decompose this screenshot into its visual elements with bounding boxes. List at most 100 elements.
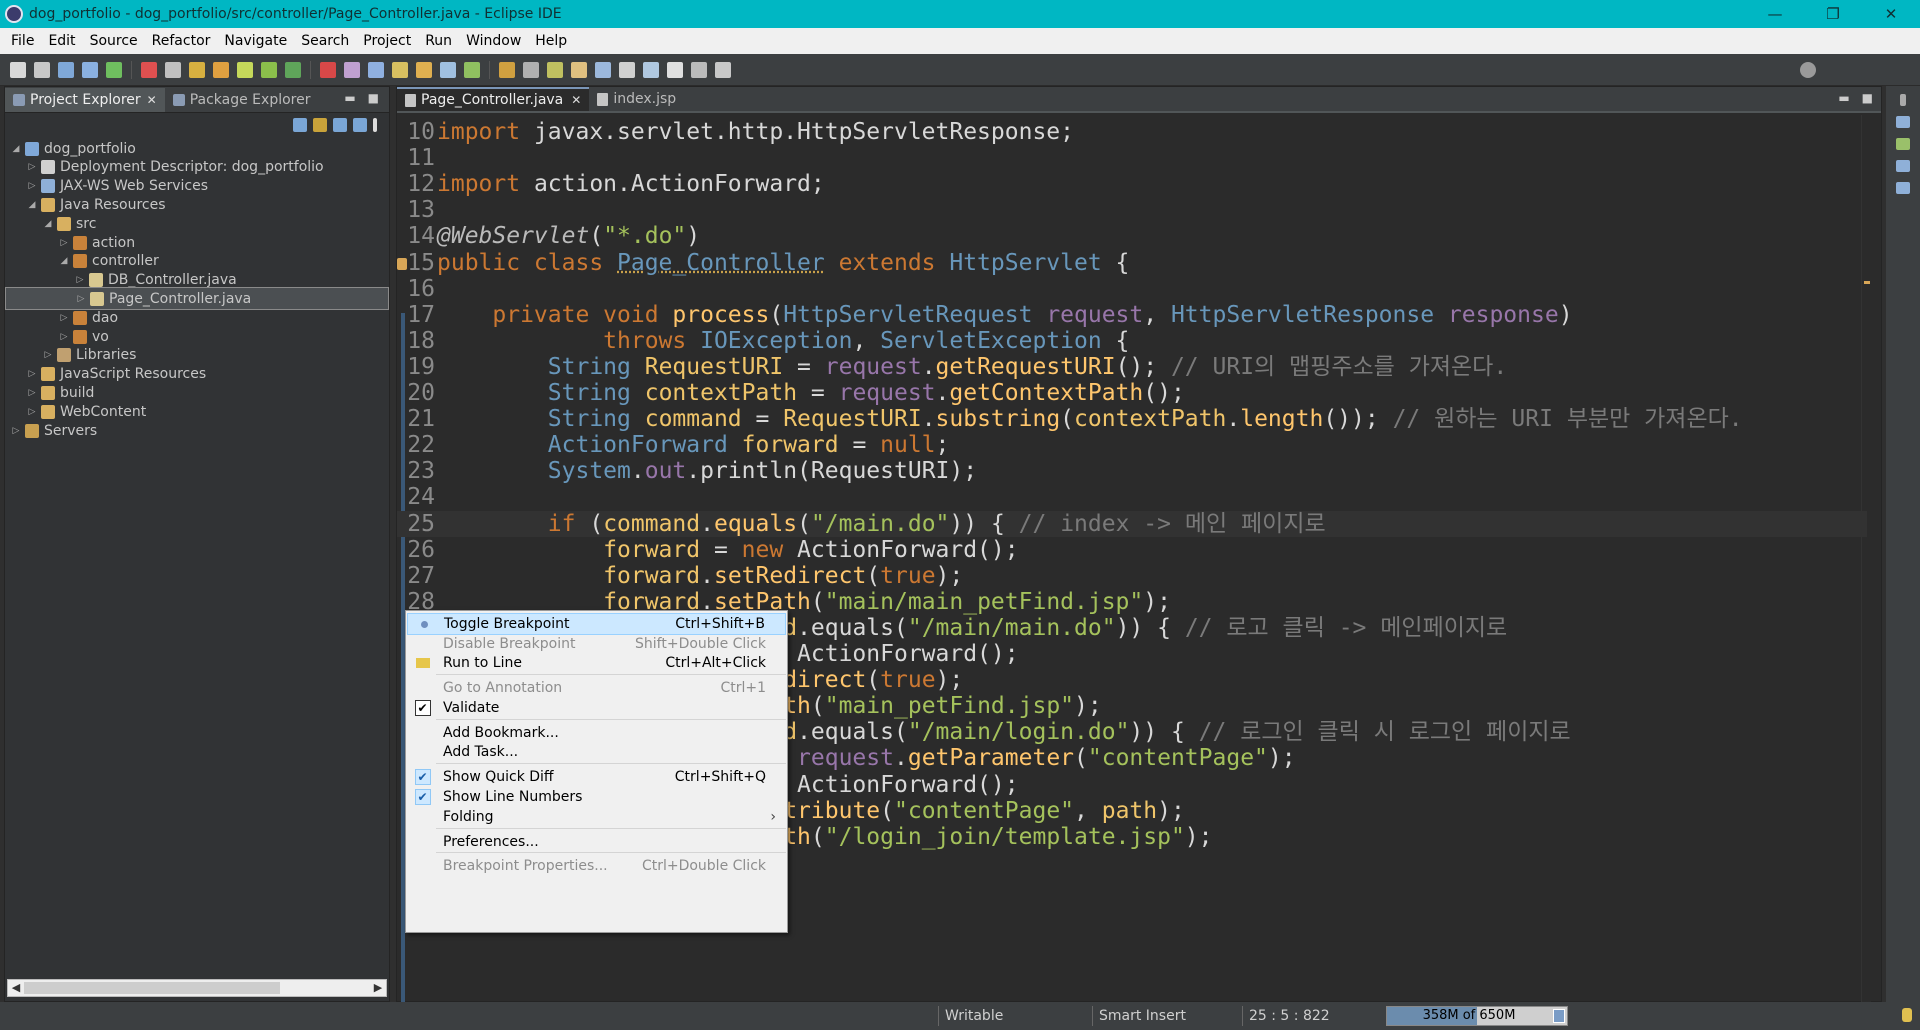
scrollbar-thumb[interactable] (24, 982, 280, 994)
save-icon[interactable] (34, 61, 50, 78)
refactor-icon[interactable] (261, 61, 277, 78)
menu-item-run-to-line[interactable]: Run to Line Ctrl+Alt+Click (407, 652, 786, 674)
tree-item[interactable]: ▷ Servers (5, 419, 389, 442)
pin-editor-icon[interactable] (595, 61, 611, 78)
collapsed-arrow-icon[interactable]: ▷ (43, 350, 53, 360)
new-icon[interactable] (10, 61, 26, 78)
run-icon[interactable] (165, 61, 181, 78)
quick-access-icon[interactable] (715, 61, 731, 78)
restore-button[interactable]: ❐ (1804, 0, 1862, 28)
menu-item-show-line-numbers[interactable]: ✔ Show Line Numbers (407, 786, 786, 808)
open-perspective-icon[interactable] (619, 61, 635, 78)
heap-status[interactable]: 358M of 650M (1386, 1006, 1568, 1026)
pkg-icon[interactable] (643, 61, 659, 78)
close-tab-icon[interactable]: ✕ (571, 93, 581, 107)
menu-item-show-quick-diff[interactable]: ✔ Show Quick Diff Ctrl+Shift+Q (407, 766, 786, 788)
collapsed-arrow-icon[interactable]: ▷ (27, 388, 37, 398)
editor-tab[interactable]: Page_Controller.java ✕ (397, 87, 590, 111)
menu-window[interactable]: Window (459, 30, 528, 52)
expanded-arrow-icon[interactable]: ◢ (43, 219, 53, 229)
mark-occurrences-icon[interactable] (392, 61, 408, 78)
close-tab-icon[interactable]: ✕ (147, 93, 157, 107)
collapsed-arrow-icon[interactable]: ▷ (27, 369, 37, 379)
menu-item-preferences[interactable]: Preferences... (407, 831, 786, 853)
team-icon[interactable] (691, 61, 707, 78)
open-type-icon[interactable] (213, 61, 229, 78)
checkbox-icon[interactable]: ✔ (414, 699, 431, 716)
collapse-all-icon[interactable] (293, 118, 307, 132)
link-with-editor-icon[interactable] (313, 118, 327, 132)
minimize-editor-icon[interactable]: ▬ (1838, 91, 1849, 105)
tab-project-explorer[interactable]: Project Explorer ✕ (5, 88, 165, 112)
collapsed-arrow-icon[interactable]: ▷ (59, 332, 69, 342)
garbage-collect-icon[interactable] (1553, 1009, 1565, 1023)
maximize-view-icon[interactable]: ■ (368, 91, 379, 105)
search-icon[interactable] (1800, 62, 1816, 78)
forward-icon[interactable] (320, 61, 336, 78)
menu-edit[interactable]: Edit (41, 30, 82, 52)
menu-navigate[interactable]: Navigate (217, 30, 294, 52)
collapsed-arrow-icon[interactable]: ▷ (59, 313, 69, 323)
maximize-editor-icon[interactable]: ■ (1862, 91, 1873, 105)
problems-view-icon[interactable] (1896, 182, 1910, 194)
menu-project[interactable]: Project (356, 30, 418, 52)
history-forward-icon[interactable] (571, 61, 587, 78)
collapsed-arrow-icon[interactable]: ▷ (76, 294, 86, 304)
expanded-arrow-icon[interactable]: ◢ (59, 256, 69, 266)
expanded-arrow-icon[interactable]: ◢ (11, 144, 21, 154)
collapsed-arrow-icon[interactable]: ▷ (59, 238, 69, 248)
focus-icon[interactable] (353, 118, 367, 132)
back-icon[interactable] (285, 61, 301, 78)
editor-tab[interactable]: index.jsp (589, 87, 684, 111)
close-button[interactable]: ✕ (1862, 0, 1920, 28)
annotation-next-icon[interactable] (523, 61, 539, 78)
collapsed-arrow-icon[interactable]: ▷ (27, 162, 37, 172)
menu-item-add-task[interactable]: Add Task... (407, 741, 786, 763)
code-line: 14@WebServlet("*.do") (397, 223, 1867, 249)
save-all-icon[interactable] (58, 61, 74, 78)
toggle-mark-icon[interactable] (368, 61, 384, 78)
tip-lightbulb-icon[interactable] (1902, 1008, 1912, 1022)
menu-refactor[interactable]: Refactor (145, 30, 218, 52)
outline-view-icon[interactable] (1896, 116, 1910, 128)
console-view-icon[interactable] (1896, 160, 1910, 172)
search-icon[interactable] (237, 61, 253, 78)
external-tools-icon[interactable] (189, 61, 205, 78)
last-edit-icon[interactable] (344, 61, 360, 78)
collapsed-arrow-icon[interactable]: ▷ (27, 407, 37, 417)
insert-mode-status: Smart Insert (1092, 1006, 1242, 1026)
toolbar-separator (310, 60, 311, 79)
menu-help[interactable]: Help (528, 30, 574, 52)
whitespace-icon[interactable] (464, 61, 480, 78)
menu-file[interactable]: File (4, 30, 41, 52)
menu-item-validate[interactable]: ✔ Validate (407, 697, 786, 719)
collapsed-arrow-icon[interactable]: ▷ (27, 181, 37, 191)
scroll-right-icon[interactable]: ▶ (370, 980, 386, 996)
view-menu-icon[interactable] (373, 118, 377, 132)
menu-search[interactable]: Search (294, 30, 356, 52)
task-list-icon[interactable] (1896, 138, 1910, 150)
menu-source[interactable]: Source (83, 30, 145, 52)
code-line: 27 forward.setRedirect(true); (397, 563, 1867, 589)
menu-item-folding[interactable]: Folding › (407, 806, 786, 828)
annotation-prev-icon[interactable] (499, 61, 515, 78)
skip-breakpoints-icon[interactable] (106, 61, 122, 78)
collapsed-arrow-icon[interactable]: ▷ (75, 275, 85, 285)
menu-run[interactable]: Run (418, 30, 459, 52)
expanded-arrow-icon[interactable]: ◢ (27, 200, 37, 210)
filter-icon[interactable] (333, 118, 347, 132)
print-icon[interactable] (82, 61, 98, 78)
warning-icon[interactable] (397, 257, 407, 270)
horizontal-scrollbar[interactable]: ◀ ▶ (7, 979, 387, 997)
debug-icon[interactable] (141, 61, 157, 78)
word-wrap-icon[interactable] (416, 61, 432, 78)
collapsed-arrow-icon[interactable]: ▷ (11, 426, 21, 436)
minimize-view-icon[interactable]: ▬ (344, 91, 355, 105)
block-select-icon[interactable] (440, 61, 456, 78)
history-back-icon[interactable] (547, 61, 563, 78)
java-ee-icon[interactable] (667, 61, 683, 78)
tab-package-explorer[interactable]: Package Explorer (165, 88, 319, 112)
trim-menu-icon[interactable] (1900, 94, 1906, 106)
minimize-button[interactable]: — (1746, 0, 1804, 28)
scroll-left-icon[interactable]: ◀ (8, 980, 24, 996)
